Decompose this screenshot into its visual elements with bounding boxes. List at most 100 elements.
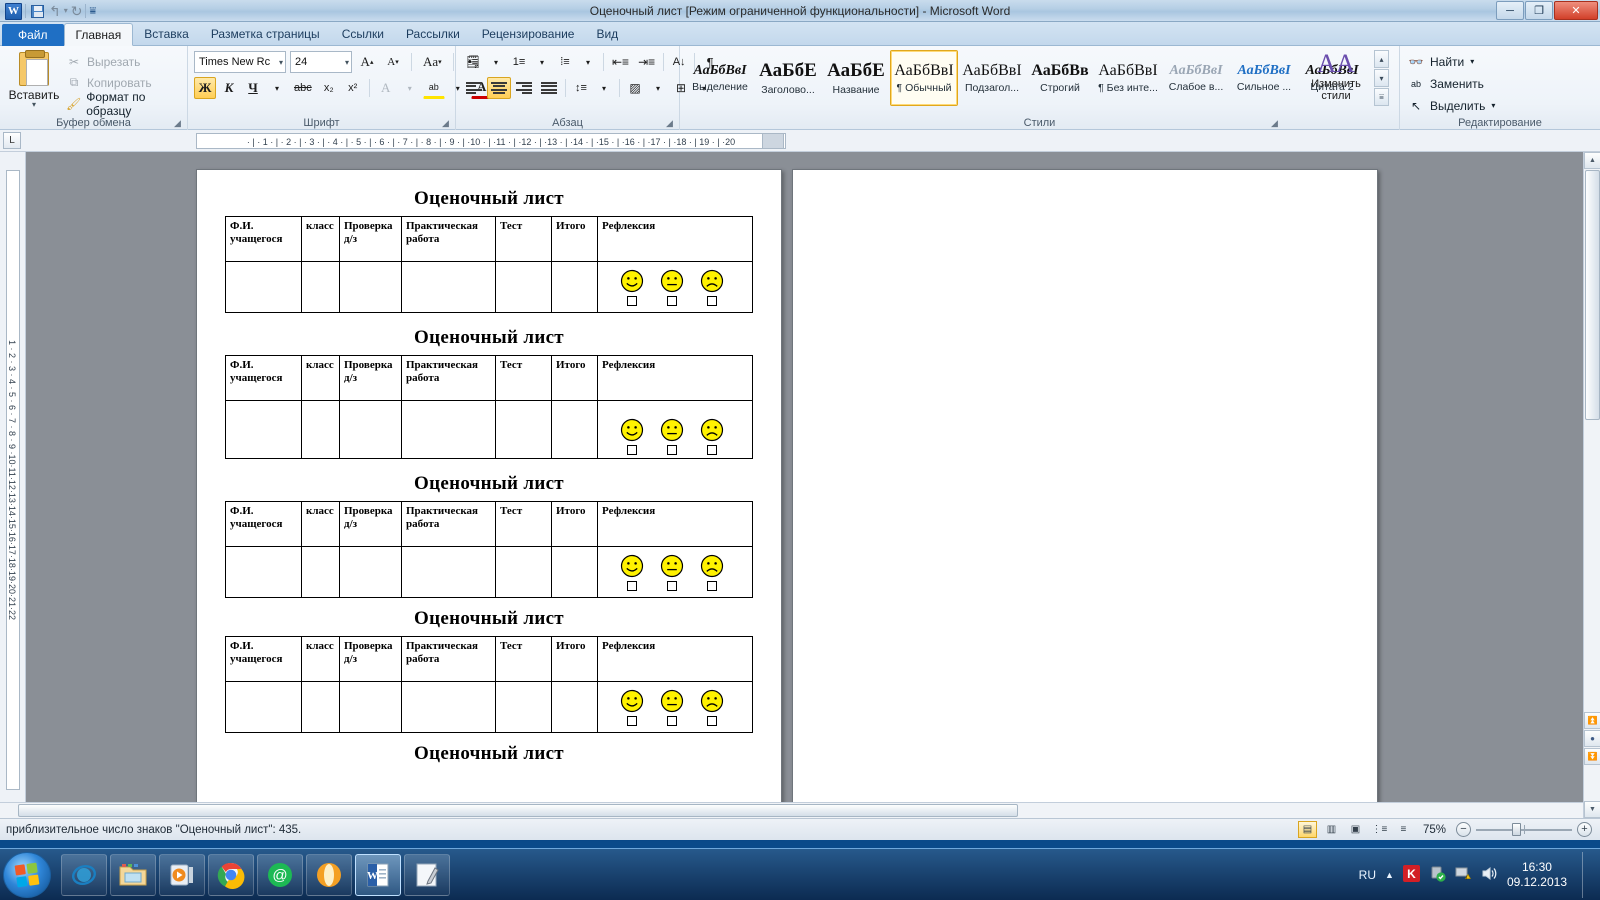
cell-total[interactable] (551, 400, 598, 459)
cell-class[interactable] (301, 546, 340, 598)
reflection-option-sad[interactable] (700, 689, 724, 726)
web-layout-view-button[interactable]: ▣ (1346, 821, 1365, 838)
underline-button[interactable]: Ч (242, 77, 264, 99)
close-button[interactable]: ✕ (1554, 1, 1598, 20)
shrink-font-button[interactable]: A ▾ (382, 51, 404, 73)
reflection-option-happy[interactable] (620, 269, 644, 306)
tab-file[interactable]: Файл (2, 24, 64, 46)
notepad-icon[interactable] (404, 853, 450, 896)
superscript-button[interactable]: x² (342, 77, 364, 99)
tab-mailings[interactable]: Рассылки (395, 23, 471, 46)
underline-dropdown-icon[interactable]: ▾ (266, 77, 288, 99)
checkbox-sad[interactable] (707, 581, 717, 591)
cell-practical[interactable] (401, 400, 496, 459)
find-button[interactable]: 👓 Найти ▾ (1408, 51, 1475, 72)
checkbox-neutral[interactable] (667, 296, 677, 306)
reflection-option-happy[interactable] (620, 689, 644, 726)
cell-total[interactable] (551, 261, 598, 313)
cell-test[interactable] (495, 261, 552, 313)
checkbox-sad[interactable] (707, 716, 717, 726)
paste-button[interactable]: Вставить ▾ (6, 50, 62, 112)
table-row[interactable] (225, 261, 753, 313)
text-effects-button[interactable]: A (375, 77, 397, 99)
cell-name[interactable] (225, 400, 302, 459)
reflection-option-neutral[interactable] (660, 554, 684, 591)
reflection-option-happy[interactable] (620, 418, 644, 455)
styles-dialog-launcher[interactable]: ◢ (1271, 118, 1281, 128)
internet-explorer-icon[interactable] (61, 853, 107, 896)
cell-test[interactable] (495, 681, 552, 733)
numbering-dropdown-icon[interactable]: ▾ (531, 51, 553, 73)
horizontal-scrollbar[interactable] (0, 802, 1583, 818)
cell-reflection[interactable] (597, 400, 753, 459)
select-button[interactable]: ↖ Выделить ▾ (1408, 95, 1495, 116)
checkbox-happy[interactable] (627, 296, 637, 306)
scroll-up-icon[interactable]: ▲ (1584, 152, 1600, 169)
ruler-scale[interactable]: · | · 1 · | · 2 · | · 3 · | · 4 · | · 5 … (196, 133, 786, 149)
justify-button[interactable] (537, 77, 561, 99)
kaspersky-icon[interactable]: K (1402, 864, 1420, 885)
shading-dropdown-icon[interactable]: ▾ (647, 77, 669, 99)
cell-name[interactable] (225, 681, 302, 733)
horizontal-scroll-thumb[interactable] (18, 804, 1018, 817)
cell-homework[interactable] (339, 261, 402, 313)
score-table-1[interactable]: Ф.И. учащегося класс Проверка д/з Практи… (225, 216, 753, 313)
page-content[interactable]: Оценочный лист Ф.И. учащегося класс Пров… (197, 170, 781, 765)
style-item-title[interactable]: АаБбЕ Название (822, 50, 890, 106)
cell-practical[interactable] (401, 546, 496, 598)
tab-view[interactable]: Вид (585, 23, 629, 46)
subscript-button[interactable]: x₂ (318, 77, 340, 99)
volume-icon[interactable] (1481, 865, 1498, 885)
safely-remove-hardware-icon[interactable] (1429, 865, 1446, 885)
multilevel-dropdown-icon[interactable]: ▾ (577, 51, 599, 73)
print-layout-view-button[interactable]: ▤ (1297, 821, 1317, 838)
zoom-out-button[interactable]: − (1456, 822, 1471, 837)
microsoft-word-icon[interactable]: W (355, 853, 401, 896)
clock[interactable]: 16:30 09.12.2013 (1507, 860, 1567, 890)
zoom-slider[interactable] (1476, 822, 1572, 837)
styles-scroll-up-icon[interactable]: ▴ (1374, 50, 1389, 68)
chevron-down-icon[interactable]: ▾ (1470, 57, 1474, 66)
change-case-button[interactable]: Aa ▾ (419, 51, 446, 73)
checkbox-neutral[interactable] (667, 445, 677, 455)
multilevel-list-button[interactable]: ⁞≡ (554, 51, 576, 73)
numbering-button[interactable]: 1≡ (508, 51, 530, 73)
clipboard-dialog-launcher[interactable]: ◢ (174, 118, 184, 128)
font-dialog-launcher[interactable]: ◢ (442, 118, 452, 128)
cell-class[interactable] (301, 681, 340, 733)
cut-button[interactable]: ✂ Вырезать (66, 52, 140, 71)
horizontal-ruler[interactable]: L · | · 1 · | · 2 · | · 3 · | · 4 · | · … (0, 130, 1600, 152)
cell-practical[interactable] (401, 681, 496, 733)
vertical-scrollbar[interactable]: ▲ ⏫ ● ⏬ ▼ (1583, 152, 1600, 818)
style-item-emphasis[interactable]: АаБбВвI Выделение (686, 50, 754, 106)
chevron-down-icon[interactable]: ▾ (1491, 101, 1495, 110)
cell-class[interactable] (301, 400, 340, 459)
start-orb-icon[interactable] (3, 851, 51, 898)
cell-test[interactable] (495, 546, 552, 598)
cell-name[interactable] (225, 261, 302, 313)
scroll-down-icon[interactable]: ▼ (1584, 801, 1600, 818)
paragraph-dialog-launcher[interactable]: ◢ (666, 118, 676, 128)
next-page-icon[interactable]: ⏬ (1584, 748, 1600, 765)
checkbox-happy[interactable] (627, 716, 637, 726)
cell-name[interactable] (225, 546, 302, 598)
cell-reflection[interactable] (597, 546, 753, 598)
checkbox-sad[interactable] (707, 296, 717, 306)
tab-page-layout[interactable]: Разметка страницы (200, 23, 331, 46)
strikethrough-button[interactable]: abc (290, 77, 316, 99)
checkbox-happy[interactable] (627, 445, 637, 455)
show-hidden-icons-icon[interactable]: ▲ (1385, 870, 1394, 880)
score-table-3[interactable]: Ф.И. учащегося класс Проверка д/з Практи… (225, 501, 753, 598)
cell-homework[interactable] (339, 546, 402, 598)
style-item-no-spacing[interactable]: АаБбВвI ¶ Без инте... (1094, 50, 1162, 106)
cell-reflection[interactable] (597, 681, 753, 733)
reflection-option-neutral[interactable] (660, 269, 684, 306)
replace-button[interactable]: ab Заменить (1408, 73, 1484, 94)
tab-review[interactable]: Рецензирование (471, 23, 586, 46)
draft-view-button[interactable]: ≡ (1394, 821, 1413, 838)
zoom-level-label[interactable]: 75% (1418, 824, 1451, 836)
line-spacing-button[interactable]: ↕≡ (570, 77, 592, 99)
change-styles-button[interactable]: AA Изменить стили (1305, 50, 1367, 103)
reflection-option-neutral[interactable] (660, 689, 684, 726)
reflection-option-sad[interactable] (700, 269, 724, 306)
